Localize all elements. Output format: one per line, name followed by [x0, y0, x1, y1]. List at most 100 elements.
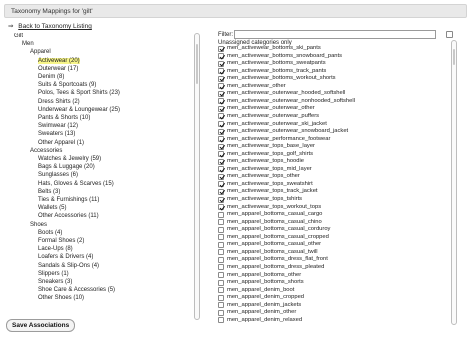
- category-checkbox[interactable]: [218, 143, 224, 150]
- category-checkbox[interactable]: [218, 113, 224, 120]
- category-checkbox[interactable]: [218, 98, 224, 105]
- tree-item[interactable]: Other Accessories (11): [38, 213, 99, 220]
- tree-item[interactable]: Bags & Luggage (20): [38, 164, 95, 171]
- category-checkbox[interactable]: [218, 287, 224, 294]
- filter-input[interactable]: [234, 30, 436, 39]
- category-checkbox[interactable]: [218, 158, 224, 165]
- category-checkbox[interactable]: [218, 68, 224, 75]
- category-checkbox[interactable]: [218, 279, 224, 286]
- tree-item[interactable]: Shoe Care & Accessories (5): [38, 287, 115, 294]
- tree-item[interactable]: Gilt: [14, 33, 23, 40]
- tree-item[interactable]: Polos, Tees & Sport Shirts (23): [38, 90, 120, 97]
- category-label: men_activewear_tops_mid_layer: [227, 165, 312, 172]
- category-checkbox[interactable]: [218, 166, 224, 173]
- category-label: men_activewear_tops_golf_shirts: [227, 150, 314, 157]
- page-title-bar: Taxonomy Mappings for 'gilt': [4, 4, 467, 18]
- category-checkbox[interactable]: [218, 256, 224, 263]
- tree-item-label: Ties & Furnishings (11): [38, 197, 100, 203]
- category-checkbox[interactable]: [218, 309, 224, 316]
- tree-item-label: Suits & Sportcoats (9): [38, 82, 97, 89]
- tree-item[interactable]: Sunglasses (6): [38, 172, 78, 179]
- tree-item[interactable]: Ties & Furnishings (11): [38, 197, 99, 204]
- category-checkbox[interactable]: [218, 173, 224, 180]
- tree-item[interactable]: Pants & Shorts (10): [38, 115, 90, 122]
- filter-checkbox[interactable]: [446, 31, 453, 38]
- tree-item[interactable]: Underwear & Loungewear (25): [38, 107, 120, 114]
- tree-item[interactable]: Hats, Gloves & Scarves (15): [38, 181, 114, 188]
- category-checkbox[interactable]: [218, 294, 224, 301]
- save-associations-button[interactable]: Save Associations: [6, 319, 76, 332]
- tree-item[interactable]: Activewear (20): [38, 57, 80, 65]
- tree-item-label: Other Apparel (1): [38, 139, 85, 146]
- category-label: men_activewear_bottoms_snowboard_pants: [227, 52, 343, 59]
- category-checkbox[interactable]: [218, 60, 224, 67]
- category-checkbox[interactable]: [218, 121, 224, 127]
- category-scroll-thumb[interactable]: [453, 49, 455, 65]
- tree-scrollbar[interactable]: [194, 33, 200, 320]
- category-checkbox[interactable]: [218, 226, 224, 233]
- category-checkbox[interactable]: [218, 90, 224, 97]
- tree-item[interactable]: Shoes: [30, 222, 47, 229]
- tree-item[interactable]: Wallets (5): [38, 205, 66, 212]
- category-label: men_apparel_bottoms_shorts: [227, 279, 304, 286]
- category-checkbox[interactable]: [218, 136, 224, 143]
- tree-item[interactable]: Accessories: [30, 148, 62, 155]
- tree-item-label: Underwear & Loungewear (25): [38, 106, 121, 113]
- tree-item[interactable]: Other Apparel (1): [38, 140, 84, 147]
- category-checkbox[interactable]: [218, 211, 224, 218]
- tree-item-label: Accessories: [30, 147, 63, 154]
- category-checkbox[interactable]: [218, 128, 224, 135]
- tree-item-label: Lace-Ups (8): [38, 246, 73, 253]
- category-label: men_apparel_bottoms_casual_cropped: [227, 233, 329, 240]
- tree-item[interactable]: Sweaters (13): [38, 131, 75, 138]
- tree-item[interactable]: Outerwear (17): [38, 66, 78, 73]
- category-checkbox[interactable]: [218, 234, 224, 241]
- category-label: men_activewear_other: [227, 82, 286, 89]
- category-checkbox[interactable]: [218, 151, 224, 158]
- category-label: men_activewear_outerwear_puffers: [227, 112, 320, 119]
- category-checkbox[interactable]: [218, 83, 224, 90]
- tree-item[interactable]: Suits & Sportcoats (9): [38, 82, 96, 89]
- tree-scroll-thumb[interactable]: [196, 44, 198, 84]
- tree-item[interactable]: Sandals & Slip-Ons (4): [38, 263, 99, 270]
- category-label: men_apparel_bottoms_casual_corduroy: [227, 226, 331, 233]
- tree-item[interactable]: Apparel: [30, 49, 51, 56]
- back-to-taxonomy-link[interactable]: Back to Taxonomy Listing: [18, 23, 92, 30]
- tree-item[interactable]: Boots (4): [38, 230, 62, 237]
- category-checkbox[interactable]: [218, 241, 224, 248]
- category-checkbox[interactable]: [218, 272, 224, 278]
- tree-item[interactable]: Watches & Jewelry (59): [38, 156, 101, 163]
- tree-item-label: Men: [22, 41, 34, 48]
- tree-item[interactable]: Denim (8): [38, 74, 64, 81]
- category-checkbox[interactable]: [218, 45, 224, 52]
- category-checkbox[interactable]: [218, 249, 224, 256]
- category-label: men_apparel_bottoms_casual_chino: [227, 218, 322, 225]
- category-scrollbar[interactable]: [451, 40, 457, 325]
- category-checkbox[interactable]: [218, 181, 224, 188]
- category-checkbox[interactable]: [218, 105, 224, 112]
- tree-item[interactable]: Lace-Ups (8): [38, 246, 73, 253]
- category-checkbox[interactable]: [218, 196, 224, 203]
- tree-item[interactable]: Loafers & Drivers (4): [38, 254, 93, 261]
- tree-item[interactable]: Dress Shirts (2): [38, 99, 80, 106]
- tree-item[interactable]: Belts (3): [38, 189, 60, 196]
- tree-item[interactable]: Sneakers (3): [38, 279, 72, 286]
- category-checkbox[interactable]: [218, 219, 224, 226]
- tree-item-label: Sweaters (13): [38, 131, 76, 138]
- tree-item[interactable]: Men: [22, 41, 34, 48]
- category-checkbox[interactable]: [218, 204, 224, 211]
- category-checkbox[interactable]: [218, 264, 224, 271]
- tree-item[interactable]: Other Shoes (10): [38, 295, 84, 302]
- tree-item[interactable]: Formal Shoes (2): [38, 238, 84, 245]
- tree-item[interactable]: Swimwear (12): [38, 123, 78, 130]
- category-checkbox[interactable]: [218, 188, 224, 195]
- category-checkbox[interactable]: [218, 53, 224, 60]
- tree-item-label: Shoes: [30, 221, 48, 228]
- category-checkbox[interactable]: [218, 302, 224, 309]
- tree-item-label: Polos, Tees & Sport Shirts (23): [38, 90, 120, 97]
- tree-item-label: Hats, Gloves & Scarves (15): [38, 180, 114, 187]
- tree-item[interactable]: Slippers (1): [38, 271, 69, 278]
- category-checkbox[interactable]: [218, 75, 224, 82]
- category-checkbox[interactable]: [218, 317, 224, 324]
- tree-item-label: Boots (4): [38, 229, 63, 236]
